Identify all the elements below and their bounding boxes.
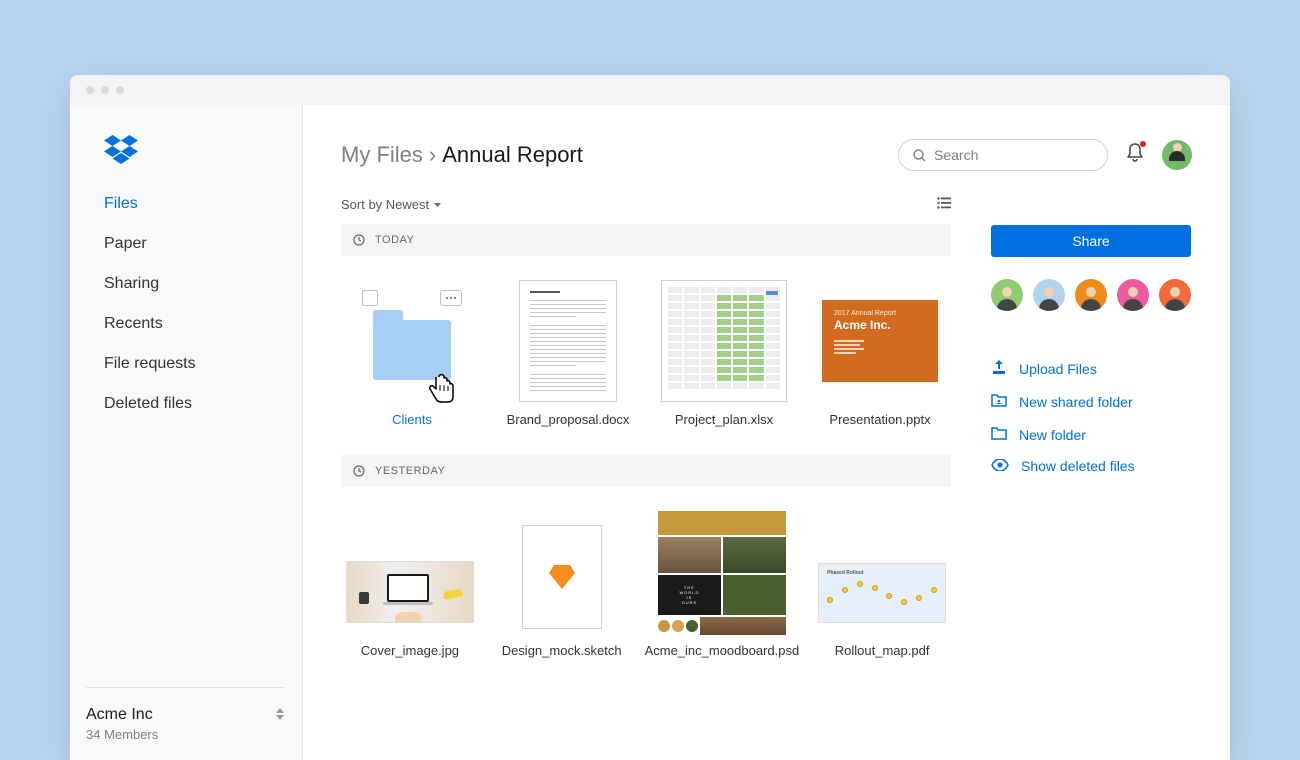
breadcrumb-root[interactable]: My Files xyxy=(341,142,423,168)
member-avatar[interactable] xyxy=(991,279,1023,311)
document-thumbnail xyxy=(519,280,617,402)
file-item[interactable]: Phased Rollout Rollout_map.pdf xyxy=(813,511,951,660)
team-switcher[interactable]: Acme Inc 34 Members xyxy=(86,687,284,742)
main-content: My Files › Annual Report Search xyxy=(303,105,1230,760)
breadcrumb-current: Annual Report xyxy=(442,142,583,168)
file-name: Design_mock.sketch xyxy=(502,643,622,660)
sidebar-item-files[interactable]: Files xyxy=(104,195,284,213)
sidebar-nav: Files Paper Sharing Recents File requests Del… xyxy=(104,195,284,413)
upload-icon xyxy=(991,359,1007,378)
folder-checkbox[interactable] xyxy=(362,290,378,306)
window-dot xyxy=(116,86,124,94)
member-avatar[interactable] xyxy=(1075,279,1107,311)
section-today: TODAY xyxy=(341,224,951,256)
user-avatar[interactable] xyxy=(1162,140,1192,170)
app-logo[interactable] xyxy=(104,135,284,165)
file-name: Brand_proposal.docx xyxy=(507,412,630,429)
action-shared-folder[interactable]: New shared folder xyxy=(991,392,1191,411)
sidebar-item-paper[interactable]: Paper xyxy=(104,235,284,253)
search-icon xyxy=(913,149,926,162)
shared-folder-icon xyxy=(991,392,1007,411)
chevron-right-icon: › xyxy=(429,142,436,168)
cursor-pointer-icon xyxy=(428,373,456,408)
file-name: Rollout_map.pdf xyxy=(835,643,930,660)
file-grid-today: Clients Brand_proposal.docx Project_plan… xyxy=(341,280,951,429)
app-window: Files Paper Sharing Recents File requests Del… xyxy=(70,75,1230,760)
folder-icon xyxy=(991,425,1007,444)
breadcrumb: My Files › Annual Report xyxy=(341,142,880,168)
sidebar-item-sharing[interactable]: Sharing xyxy=(104,275,284,293)
folder-item[interactable]: Clients xyxy=(341,280,483,429)
team-members: 34 Members xyxy=(86,727,284,742)
member-avatar[interactable] xyxy=(1117,279,1149,311)
window-titlebar xyxy=(70,75,1230,105)
team-toggle-icon xyxy=(276,708,284,720)
sidebar-item-deleted-files[interactable]: Deleted files xyxy=(104,395,284,413)
spreadsheet-thumbnail xyxy=(661,280,787,402)
files-column: Sort by Newest xyxy=(341,197,951,760)
file-name: Presentation.pptx xyxy=(829,412,930,429)
shared-avatars xyxy=(991,279,1191,311)
action-label: New shared folder xyxy=(1019,394,1133,410)
file-grid-yesterday: Cover_image.jpg Design_mock.sketch THEWO… xyxy=(341,511,951,660)
folder-context-menu[interactable] xyxy=(440,290,462,306)
action-label: Show deleted files xyxy=(1021,458,1135,474)
action-upload[interactable]: Upload Files xyxy=(991,359,1191,378)
pdf-thumbnail: Phased Rollout xyxy=(818,563,946,623)
team-name: Acme Inc xyxy=(86,706,284,724)
clock-icon xyxy=(353,234,365,246)
file-item[interactable]: 2017 Annual Report Acme Inc. Presentatio… xyxy=(809,280,951,429)
sketch-icon xyxy=(549,565,575,589)
sketch-thumbnail xyxy=(522,525,602,629)
member-avatar[interactable] xyxy=(1159,279,1191,311)
notification-badge xyxy=(1140,141,1146,147)
view-toggle-button[interactable] xyxy=(937,197,951,212)
file-name: Clients xyxy=(392,412,432,429)
eye-icon xyxy=(991,458,1009,474)
search-input[interactable]: Search xyxy=(898,139,1108,171)
presentation-thumbnail: 2017 Annual Report Acme Inc. xyxy=(822,300,938,382)
dropbox-icon xyxy=(104,135,138,165)
file-name: Acme_inc_moodboard.psd xyxy=(645,643,800,660)
image-thumbnail xyxy=(346,561,474,623)
member-avatar[interactable] xyxy=(1033,279,1065,311)
sidebar: Files Paper Sharing Recents File requests Del… xyxy=(70,105,303,760)
sidebar-item-file-requests[interactable]: File requests xyxy=(104,355,284,373)
topbar: My Files › Annual Report Search xyxy=(341,139,1192,171)
right-column: Share Upload Files New shared folder New f… xyxy=(991,197,1191,760)
quick-actions: Upload Files New shared folder New folder S… xyxy=(991,359,1191,474)
sort-dropdown[interactable]: Sort by Newest xyxy=(341,197,441,212)
action-label: Upload Files xyxy=(1019,361,1097,377)
section-yesterday: YESTERDAY xyxy=(341,455,951,487)
file-item[interactable]: Cover_image.jpg xyxy=(341,511,479,660)
list-view-icon xyxy=(937,197,951,209)
clock-icon xyxy=(353,465,365,477)
file-item[interactable]: Project_plan.xlsx xyxy=(653,280,795,429)
window-dot xyxy=(101,86,109,94)
file-item[interactable]: Brand_proposal.docx xyxy=(497,280,639,429)
search-placeholder: Search xyxy=(934,147,978,163)
chevron-down-icon xyxy=(434,203,441,207)
file-name: Project_plan.xlsx xyxy=(675,412,773,429)
file-name: Cover_image.jpg xyxy=(361,643,459,660)
action-folder[interactable]: New folder xyxy=(991,425,1191,444)
moodboard-thumbnail: THEWORLDISOURS xyxy=(658,511,786,633)
action-eye[interactable]: Show deleted files xyxy=(991,458,1191,474)
sidebar-item-recents[interactable]: Recents xyxy=(104,315,284,333)
file-item[interactable]: THEWORLDISOURS Acme_inc_moodboard.psd xyxy=(645,511,800,660)
notifications-button[interactable] xyxy=(1126,143,1144,168)
action-label: New folder xyxy=(1019,427,1086,443)
file-item[interactable]: Design_mock.sketch xyxy=(493,511,631,660)
share-button[interactable]: Share xyxy=(991,225,1191,257)
folder-icon xyxy=(373,320,451,380)
window-dot xyxy=(86,86,94,94)
